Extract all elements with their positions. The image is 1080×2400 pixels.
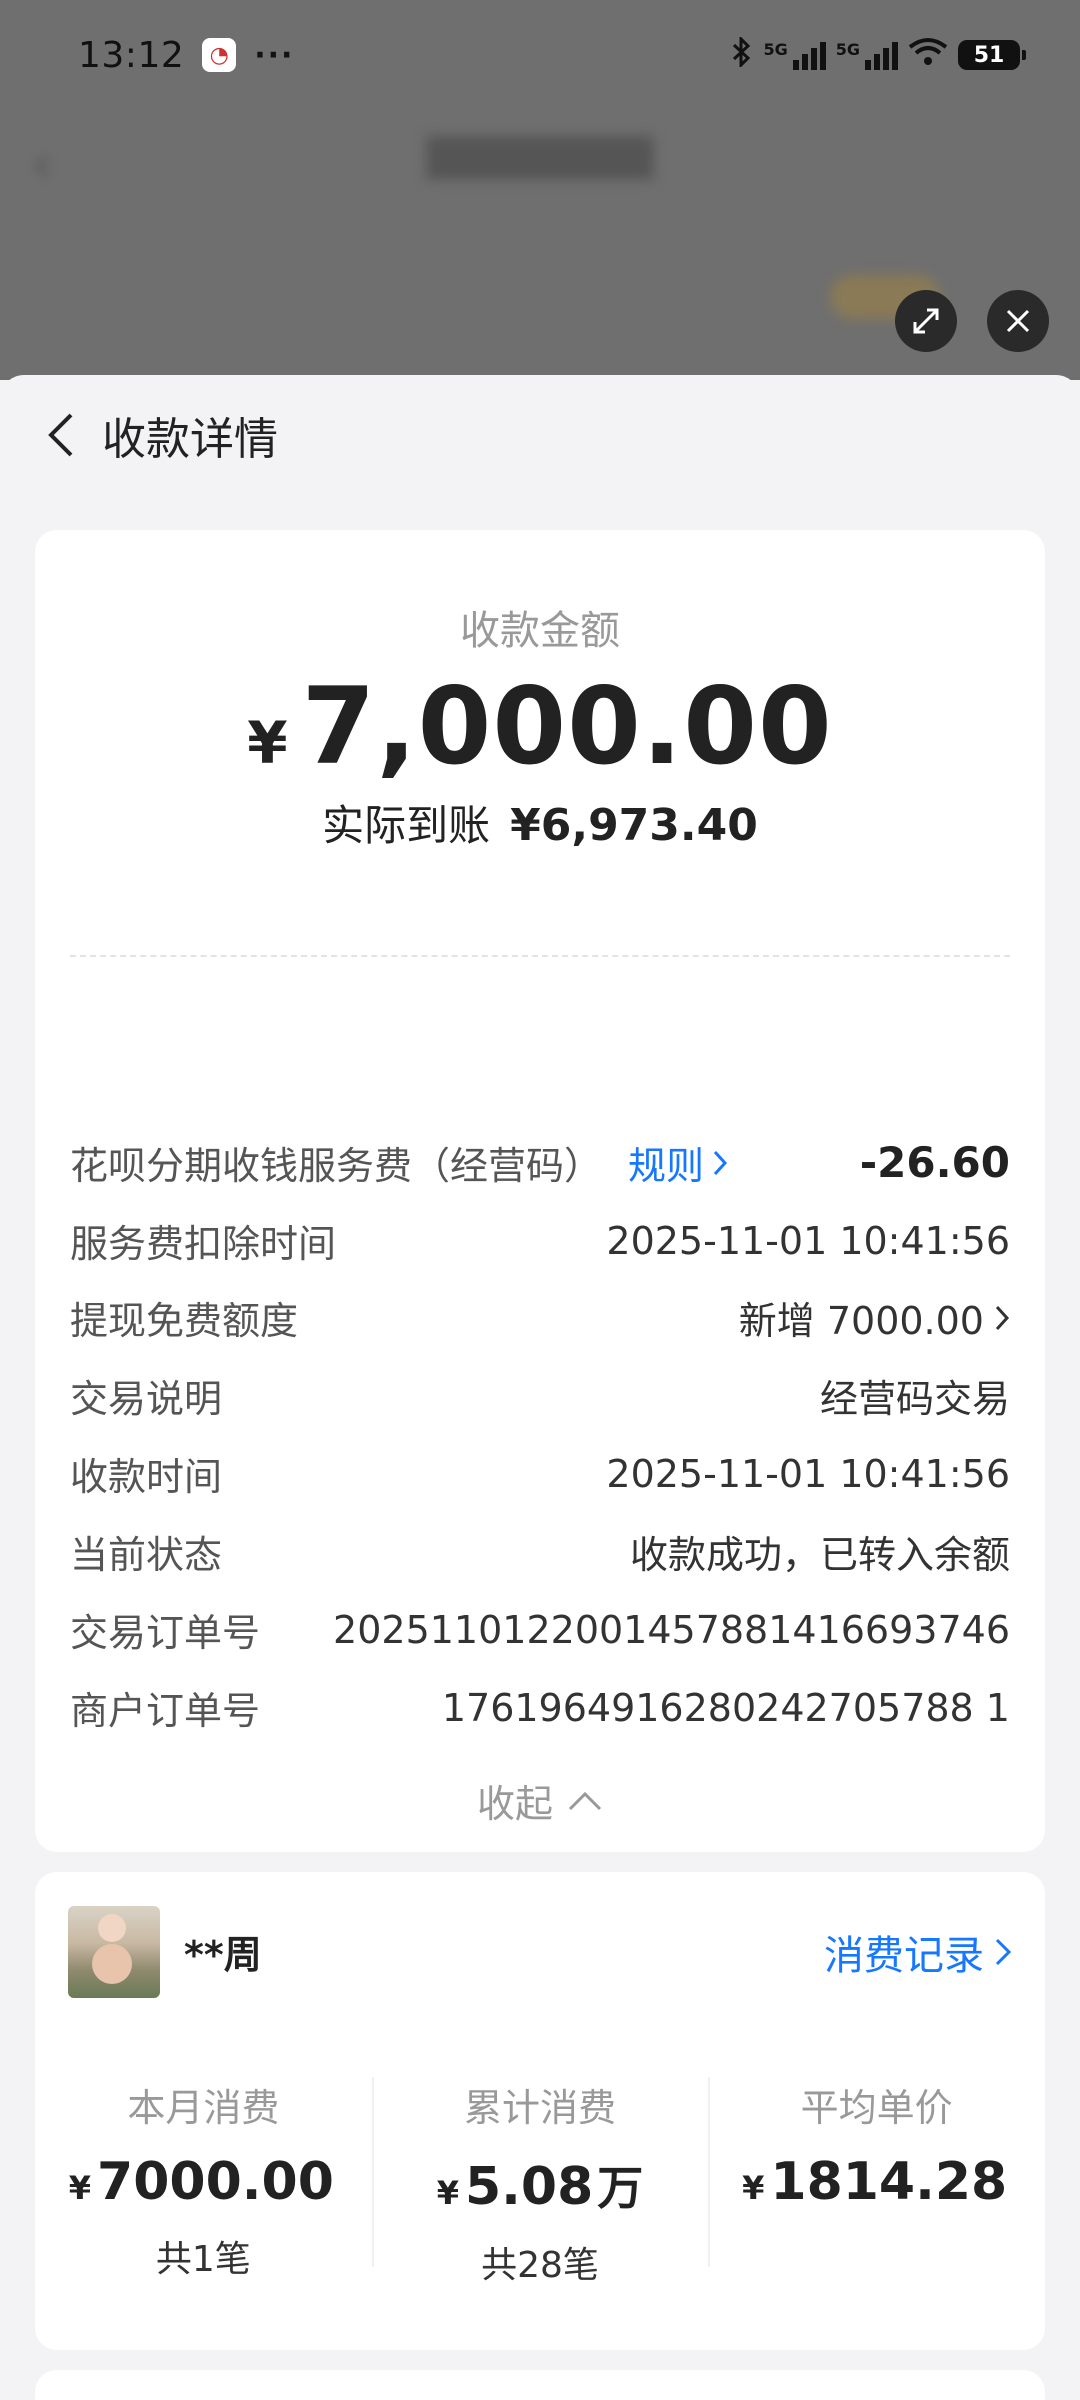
fee-row: 花呗分期收钱服务费（经营码） 规则 -26.60	[70, 1135, 1010, 1190]
customer-stats: 本月消费 ¥ 7000.00 共1笔 累计消费 ¥ 5.08 万 共28笔 平均…	[35, 2077, 1045, 2288]
rule-link-label: 规则	[628, 1144, 705, 1188]
chevron-right-icon	[995, 1938, 1012, 1965]
stat-currency: ¥	[742, 2169, 765, 2207]
consumption-records-link[interactable]: 消费记录	[824, 1923, 1012, 1981]
status-time: 13:12	[78, 34, 185, 76]
fee-amount: -26.60	[859, 1138, 1010, 1187]
detail-value: 2025110122001457881416693746	[333, 1607, 1010, 1652]
chevron-right-icon	[713, 1150, 728, 1175]
transaction-desc-row: 交易说明 经营码交易	[70, 1368, 1010, 1423]
bluetooth-icon	[731, 34, 753, 74]
chevron-right-icon	[995, 1305, 1010, 1330]
stat-currency: ¥	[68, 2169, 92, 2207]
currency-symbol: ¥	[247, 709, 288, 777]
free-quota-row[interactable]: 提现免费额度 新增 7000.00	[70, 1290, 1010, 1345]
detail-value: 经营码交易	[819, 1377, 1010, 1421]
detail-value: 收款成功，已转入余额	[629, 1533, 1010, 1577]
fee-time-value: 2025-11-01 10:41:56	[606, 1218, 1010, 1263]
stat-value: 5.08	[464, 2157, 594, 2217]
detail-label: 收款时间	[70, 1455, 223, 1499]
records-link-label: 消费记录	[824, 1932, 984, 1979]
detail-label: 提现免费额度	[70, 1299, 299, 1343]
received-time-row: 收款时间 2025-11-01 10:41:56	[70, 1446, 1010, 1501]
avatar	[68, 1905, 160, 1998]
detail-value: 1761964916280242705788 1	[441, 1685, 1010, 1730]
payment-detail-sheet: 收款详情 收款金额 ¥ 7,000.00 实际到账 ¥6,973.40 花呗分期…	[0, 375, 1080, 2400]
stat-label: 累计消费	[464, 2086, 617, 2130]
detail-label: 交易订单号	[70, 1611, 261, 1655]
stat-currency: ¥	[436, 2174, 459, 2212]
stat-count: 共28笔	[481, 2245, 599, 2286]
fee-label: 花呗分期收钱服务费（经营码）	[70, 1144, 603, 1188]
stat-total: 累计消费 ¥ 5.08 万 共28笔	[371, 2077, 709, 2288]
fee-time-label: 服务费扣除时间	[70, 1222, 337, 1266]
expand-icon[interactable]	[895, 290, 957, 352]
more-notifications-icon: ···	[254, 37, 295, 73]
stat-average: 平均单价 ¥ 1814.28	[708, 2077, 1045, 2288]
sheet-header: 收款详情	[0, 375, 1080, 495]
signal-2-icon: 5G	[836, 40, 898, 70]
payment-detail-card: 收款金额 ¥ 7,000.00 实际到账 ¥6,973.40 花呗分期收钱服务费…	[35, 530, 1045, 1852]
detail-label: 当前状态	[70, 1533, 223, 1577]
actual-received-row: 实际到账 ¥6,973.40	[35, 792, 1045, 853]
amount-label: 收款金额	[460, 608, 620, 654]
close-icon[interactable]	[987, 290, 1049, 352]
actual-received-label: 实际到账	[322, 801, 491, 850]
actual-received-value: ¥6,973.40	[510, 800, 758, 851]
rule-link[interactable]: 规则	[628, 1135, 728, 1190]
signal-1-icon: 5G	[763, 40, 826, 70]
clock-app-icon: ◔	[202, 38, 237, 72]
detail-value: 新增 7000.00	[738, 1299, 984, 1343]
trade-order-row: 交易订单号 2025110122001457881416693746	[70, 1602, 1010, 1657]
customer-card: **周 消费记录 本月消费 ¥ 7000.00 共1笔 累计消费 ¥ 5.08 …	[35, 1872, 1045, 2350]
merchant-order-row: 商户订单号 1761964916280242705788 1	[70, 1680, 1010, 1735]
customer-name: **周	[184, 1933, 262, 1977]
stat-monthly: 本月消费 ¥ 7000.00 共1笔	[35, 2077, 372, 2288]
stat-label: 本月消费	[127, 2086, 280, 2130]
status-bar: 13:12 ◔ ··· 5G 5G 51	[0, 0, 1080, 110]
stat-value: 7000.00	[97, 2152, 334, 2212]
collapse-label: 收起	[476, 1782, 553, 1826]
collapse-button[interactable]: 收起	[35, 1773, 1045, 1828]
detail-label: 交易说明	[70, 1377, 223, 1421]
next-card-peek	[35, 2370, 1045, 2400]
back-arrow-icon[interactable]	[30, 405, 90, 465]
background-title-blurred: ▇▇▇▇▇▇▇	[426, 130, 654, 179]
stat-unit: 万	[597, 2161, 644, 2215]
dashed-divider	[70, 955, 1010, 957]
amount-value: 7,000.00	[301, 665, 833, 788]
fee-time-row: 服务费扣除时间 2025-11-01 10:41:56	[70, 1213, 1010, 1268]
detail-label: 商户订单号	[70, 1689, 261, 1733]
status-row: 当前状态 收款成功，已转入余额	[70, 1524, 1010, 1579]
battery-icon: 51	[958, 40, 1026, 70]
customer-header: **周 消费记录	[68, 1904, 1012, 1999]
stat-count: 共1笔	[155, 2239, 251, 2280]
page-title: 收款详情	[102, 414, 278, 465]
amount-display: ¥ 7,000.00	[35, 665, 1045, 788]
stat-label: 平均单价	[800, 2086, 953, 2130]
stat-value: 1814.28	[770, 2152, 1008, 2212]
chevron-up-icon	[568, 1791, 602, 1810]
wifi-icon	[908, 37, 948, 74]
detail-value: 2025-11-01 10:41:56	[606, 1451, 1010, 1496]
